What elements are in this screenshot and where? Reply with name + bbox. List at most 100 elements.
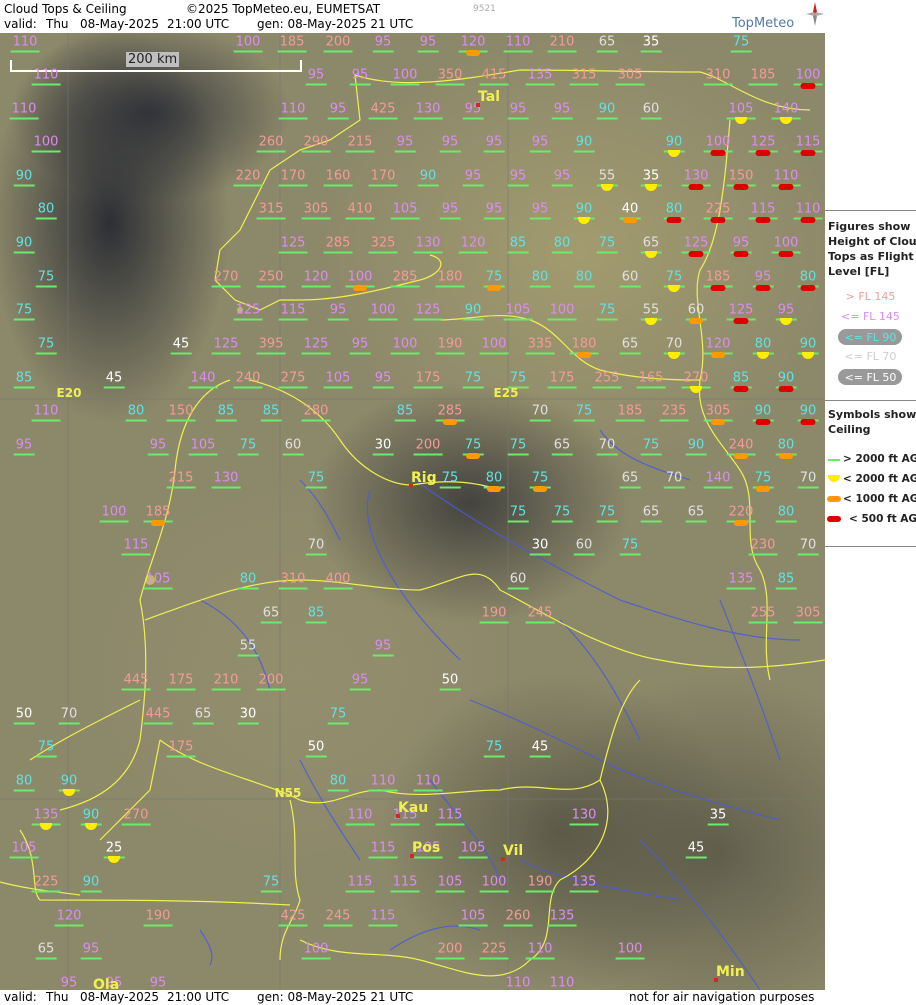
cloud-top-label: 95 bbox=[305, 67, 326, 86]
ceiling-1000-symbol bbox=[443, 419, 457, 425]
cloud-top-label: 100 bbox=[31, 134, 61, 153]
cloud-top-label: 305 bbox=[615, 67, 645, 86]
cloud-top-label: 90 bbox=[80, 807, 101, 826]
cloud-top-label: 270 bbox=[681, 370, 711, 389]
cloud-top-label: 225 bbox=[479, 941, 509, 960]
topmeteo-logo[interactable]: TopMeteo bbox=[728, 2, 824, 32]
cloud-top-label: 35 bbox=[640, 34, 661, 53]
cloud-top-label: 25 bbox=[103, 840, 124, 859]
ceiling-500-symbol bbox=[710, 285, 726, 291]
cloud-top-label: 230 bbox=[748, 537, 778, 556]
cloud-top-label: 210 bbox=[547, 34, 577, 53]
ceiling-500-symbol bbox=[710, 217, 726, 223]
cloud-top-label: 90 bbox=[573, 134, 594, 153]
cloud-top-label: 115 bbox=[368, 908, 398, 927]
cloud-top-label: 215 bbox=[345, 134, 375, 153]
cloud-top-label: 95 bbox=[507, 168, 528, 187]
cloud-top-label: 110 bbox=[31, 403, 61, 422]
cloud-top-label: 75 bbox=[35, 336, 56, 355]
cloud-top-label: 190 bbox=[143, 908, 173, 927]
cloud-top-label: 50 bbox=[439, 672, 460, 691]
cloud-top-label: 30 bbox=[237, 706, 258, 725]
cloud-top-label: 305 bbox=[703, 403, 733, 422]
ceiling-1000-symbol bbox=[353, 285, 367, 291]
cloud-top-label: 80 bbox=[775, 437, 796, 456]
compass-icon bbox=[806, 2, 824, 26]
cloud-top-label: 285 bbox=[390, 269, 420, 288]
cloud-top-label: 250 bbox=[256, 269, 286, 288]
cloud-top-label: 110 bbox=[503, 34, 533, 53]
cloud-top-label: 445 bbox=[143, 706, 173, 725]
cloud-top-label: 70 bbox=[663, 470, 684, 489]
cloud-top-label: 185 bbox=[143, 504, 173, 523]
cloud-top-label: 105 bbox=[503, 302, 533, 321]
legend-panel: Figures show Height of Cloud Tops as Fli… bbox=[825, 210, 916, 547]
cloud-top-label: 80 bbox=[529, 269, 550, 288]
cloud-top-label: 75 bbox=[551, 504, 572, 523]
cloud-top-label: 315 bbox=[569, 67, 599, 86]
legend-level-70: <= FL 70 bbox=[844, 350, 897, 363]
cloud-top-label: 75 bbox=[529, 470, 550, 489]
cloud-top-label: 100 bbox=[793, 67, 823, 86]
cloud-top-label: 85 bbox=[730, 370, 751, 389]
cloud-top-label: 90 bbox=[417, 168, 438, 187]
generated-label: gen: 08-May-2025 21 UTC bbox=[257, 17, 414, 31]
cloud-top-label: 135 bbox=[31, 807, 61, 826]
footer-valid-date: 08-May-2025 bbox=[80, 990, 160, 1004]
cloud-top-label: 50 bbox=[305, 739, 326, 758]
cloud-top-label: 65 bbox=[685, 504, 706, 523]
cloud-top-label: 175 bbox=[547, 370, 577, 389]
cloud-top-label: 75 bbox=[462, 437, 483, 456]
ceiling-1000-symbol bbox=[577, 352, 591, 358]
cloud-top-label: 120 bbox=[458, 235, 488, 254]
cloud-top-label: 170 bbox=[278, 168, 308, 187]
cloud-top-label: 90 bbox=[58, 773, 79, 792]
cloud-top-label: 140 bbox=[771, 101, 801, 120]
cloud-top-label: 65 bbox=[619, 470, 640, 489]
city-label: Rig bbox=[411, 470, 437, 486]
cloud-top-label: 255 bbox=[748, 605, 778, 624]
cloud-top-label: 95 bbox=[327, 302, 348, 321]
cloud-top-label: 95 bbox=[13, 437, 34, 456]
cloud-top-label: 240 bbox=[726, 437, 756, 456]
cloud-top-label: 95 bbox=[462, 168, 483, 187]
cloud-top-label: 55 bbox=[237, 638, 258, 657]
cloud-top-label: 75 bbox=[462, 370, 483, 389]
cloud-top-label: 105 bbox=[323, 370, 353, 389]
cloud-top-label: 95 bbox=[149, 975, 167, 990]
cloud-top-label: 125 bbox=[726, 302, 756, 321]
cloud-top-label: 185 bbox=[748, 67, 778, 86]
cloud-top-label: 170 bbox=[368, 168, 398, 187]
cloud-top-label: 45 bbox=[529, 739, 550, 758]
cloud-top-label: 100 bbox=[345, 269, 375, 288]
cloud-top-label: 180 bbox=[569, 336, 599, 355]
cloud-top-label: 95 bbox=[551, 101, 572, 120]
legend-level-lo: <= FL 90 bbox=[844, 331, 897, 344]
cloud-top-label: 190 bbox=[479, 605, 509, 624]
cloud-top-label: 425 bbox=[278, 908, 308, 927]
logo-text: TopMeteo bbox=[732, 16, 795, 31]
cloud-top-label: 270 bbox=[211, 269, 241, 288]
cloud-top-label: 70 bbox=[58, 706, 79, 725]
cloud-top-label: 100 bbox=[547, 302, 577, 321]
cloud-top-label: 95 bbox=[507, 101, 528, 120]
cloud-top-label: 65 bbox=[35, 941, 56, 960]
cloud-top-label: 220 bbox=[726, 504, 756, 523]
legend-title-1: Figures show bbox=[828, 220, 911, 233]
cloud-top-label: 95 bbox=[349, 672, 370, 691]
cloud-top-label: 95 bbox=[529, 134, 550, 153]
cloud-top-label: 95 bbox=[483, 134, 504, 153]
cloud-top-label: 125 bbox=[413, 302, 443, 321]
cloud-top-label: 275 bbox=[278, 370, 308, 389]
cloud-top-label: 90 bbox=[797, 403, 818, 422]
cloud-top-label: 115 bbox=[748, 201, 778, 220]
ceiling-500-swatch bbox=[827, 516, 841, 522]
cloud-top-label: 140 bbox=[703, 470, 733, 489]
cloud-top-label: 105 bbox=[143, 571, 173, 590]
cloud-top-label: 325 bbox=[368, 235, 398, 254]
city-label: Ola bbox=[93, 977, 120, 990]
ceiling-500-symbol bbox=[733, 251, 749, 257]
cloud-top-label: 190 bbox=[525, 874, 555, 893]
cloud-top-label: 210 bbox=[211, 672, 241, 691]
cloud-top-label: 315 bbox=[256, 201, 286, 220]
